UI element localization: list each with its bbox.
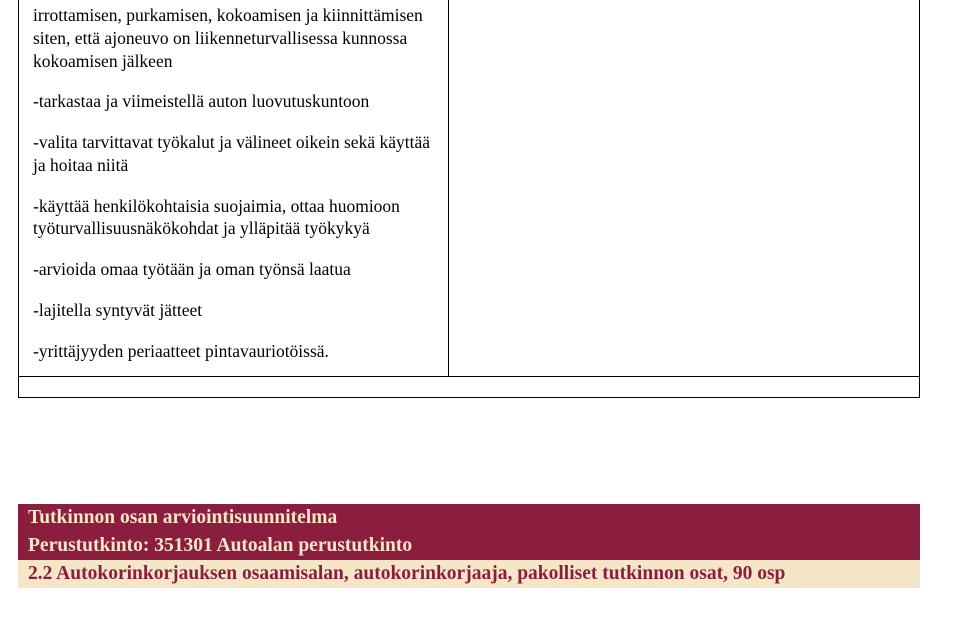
footer-line-2: Perustutkinto: 351301 Autoalan perustutk… [18,532,920,560]
table-row: irrottamisen, purkamisen, kokoamisen ja … [19,0,919,377]
paragraph: irrottamisen, purkamisen, kokoamisen ja … [33,4,434,72]
footer-line-3: 2.2 Autokorinkorjauksen osaamisalan, aut… [18,560,920,588]
paragraph: -käyttää henkilökohtaisia suojaimia, ott… [33,195,434,241]
paragraph: -tarkastaa ja viimeistellä auton luovutu… [33,90,434,113]
footer-line-1: Tutkinnon osan arviointisuunnitelma [18,504,920,532]
right-cell [449,0,919,376]
paragraph: -lajitella syntyvät jätteet [33,299,434,322]
content-table: irrottamisen, purkamisen, kokoamisen ja … [18,0,920,398]
left-cell: irrottamisen, purkamisen, kokoamisen ja … [19,0,449,376]
paragraph: -valita tarvittavat työkalut ja välineet… [33,131,434,177]
paragraph: -yrittäjyyden periaatteet pintavauriotöi… [33,340,434,363]
empty-row [19,377,919,397]
page-container: irrottamisen, purkamisen, kokoamisen ja … [0,0,960,636]
footer-band: Tutkinnon osan arviointisuunnitelma Peru… [18,504,920,588]
paragraph: -arvioida omaa työtään ja oman työnsä la… [33,258,434,281]
